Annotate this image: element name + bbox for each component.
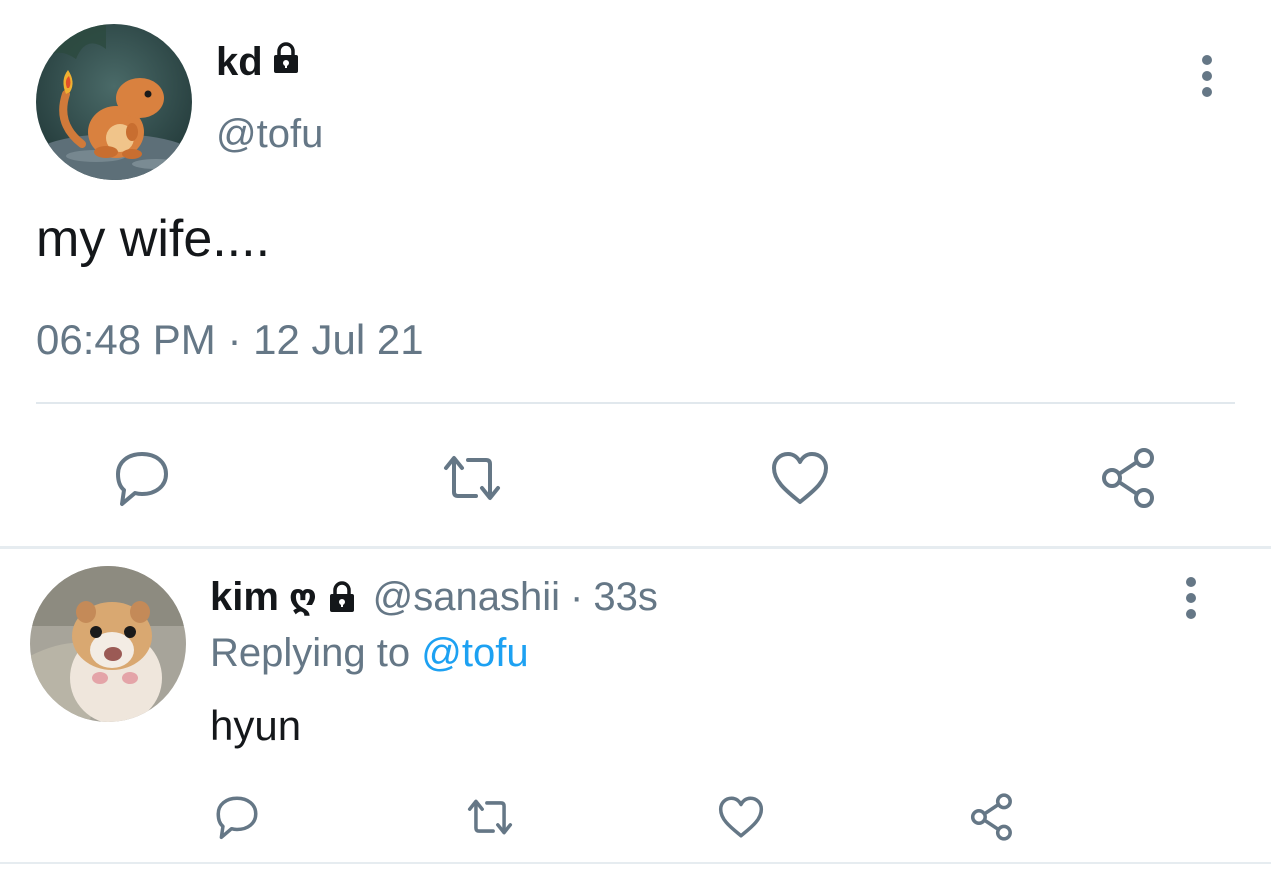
retweet-icon[interactable] (440, 446, 504, 510)
retweet-icon[interactable] (465, 792, 515, 842)
like-icon[interactable] (768, 446, 832, 510)
reply-header: kim ღ @sanashii · 33s (210, 572, 658, 622)
tweet-text: hyun (210, 702, 302, 749)
separator: · (570, 575, 584, 619)
tweet-detail-view: kd @tofu my wife.... 06:48 PM · 12 Jul 2… (0, 0, 1271, 891)
replying-to: Replying to @tofu (210, 628, 529, 678)
timestamp[interactable]: 06:48 PM · 12 Jul 21 (36, 314, 424, 366)
reply-icon[interactable] (212, 792, 262, 842)
handle[interactable]: @tofu (216, 110, 323, 158)
divider (0, 862, 1271, 864)
lock-icon (325, 580, 359, 614)
more-options-icon[interactable] (1176, 576, 1206, 620)
display-name-text: kd (216, 40, 263, 84)
avatar[interactable] (30, 566, 186, 722)
section-divider (0, 546, 1271, 549)
main-tweet: kd @tofu my wife.... 06:48 PM · 12 Jul 2… (0, 0, 1271, 548)
tweet-text: my wife.... (36, 210, 271, 268)
reply-icon[interactable] (110, 446, 174, 510)
replying-prefix: Replying to (210, 631, 411, 675)
name-emoji: ღ (288, 578, 317, 616)
mention-link[interactable]: @tofu (421, 631, 528, 675)
divider (36, 402, 1235, 404)
share-icon[interactable] (968, 792, 1018, 842)
display-name[interactable]: kd (216, 38, 303, 86)
display-name[interactable]: kim (210, 572, 279, 622)
avatar[interactable] (36, 24, 192, 180)
more-options-icon[interactable] (1192, 54, 1222, 98)
like-icon[interactable] (716, 792, 766, 842)
share-icon[interactable] (1098, 446, 1162, 510)
relative-time[interactable]: 33s (593, 572, 658, 622)
handle[interactable]: @sanashii (373, 572, 560, 622)
lock-icon (269, 38, 303, 86)
